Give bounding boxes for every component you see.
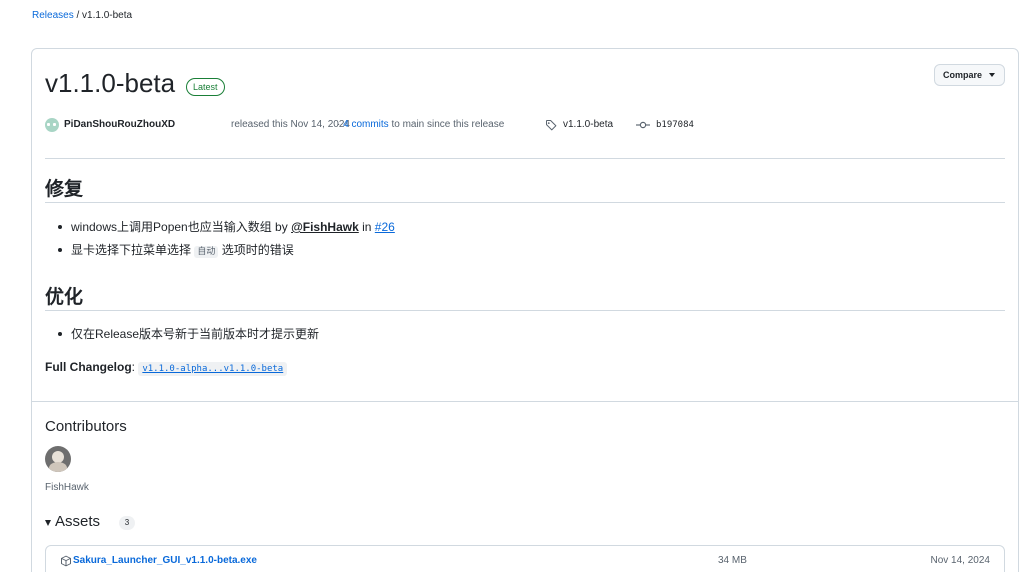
tag-link[interactable]: v1.1.0-beta <box>563 117 613 133</box>
released-text: released this Nov 14, 2024 <box>231 119 350 130</box>
changelog-label: Full Changelog <box>45 360 132 374</box>
section-heading-optimizations: 优化 <box>45 287 84 308</box>
author-link[interactable]: PiDanShouRouZhouXD <box>64 117 175 133</box>
triangle-down-icon <box>45 520 51 526</box>
assets-heading: Assets <box>55 513 101 530</box>
commit-sha-link[interactable]: b197084 <box>656 117 694 133</box>
item-text: 选项时的错误 <box>218 243 294 257</box>
breadcrumb-current: v1.1.0-beta <box>82 10 133 21</box>
heading-underline <box>45 202 1005 203</box>
contributor-name: FishHawk <box>45 482 89 493</box>
asset-date: Nov 14, 2024 <box>930 555 991 566</box>
full-changelog: Full Changelog: v1.1.0-alpha...v1.1.0-be… <box>45 359 288 377</box>
meta-divider <box>45 158 1005 159</box>
compare-label: Compare <box>943 70 983 80</box>
latest-badge: Latest <box>186 78 225 96</box>
issue-link[interactable]: #26 <box>375 220 395 234</box>
author-avatar[interactable] <box>45 118 59 132</box>
breadcrumb-releases-link[interactable]: Releases <box>32 10 74 21</box>
release-title[interactable]: v1.1.0-beta <box>45 68 175 99</box>
bullet <box>58 332 62 336</box>
commits-suffix: to main since this release <box>388 119 505 130</box>
tag-icon <box>546 120 557 131</box>
bullet <box>58 225 62 229</box>
item-text: in <box>358 220 375 234</box>
item-text: windows上调用Popen也应当输入数组 by <box>71 220 292 234</box>
heading-underline <box>45 310 1005 311</box>
item-text: 仅在Release版本号新于当前版本时才提示更新 <box>71 327 320 341</box>
inline-code: 自动 <box>194 246 219 258</box>
asset-row: Sakura_Launcher_GUI_v1.1.0-beta.exe 34 M… <box>45 545 1005 572</box>
git-commit-icon <box>636 121 650 129</box>
release-meta: PiDanShouRouZhouXD released this Nov 14,… <box>45 117 745 133</box>
bullet <box>58 248 62 252</box>
breadcrumb-separator: / <box>73 10 83 21</box>
caret-down-icon <box>989 73 995 77</box>
assets-count-badge: 3 <box>119 516 135 530</box>
section-heading-fixes: 修复 <box>45 179 84 200</box>
breadcrumb: Releases / v1.1.0-beta <box>32 10 132 21</box>
item-text: 显卡选择下拉菜单选择 <box>71 243 195 257</box>
contributor-avatar[interactable] <box>45 446 71 472</box>
card-separator <box>31 401 1019 402</box>
contributors-heading: Contributors <box>45 418 127 435</box>
user-mention-link[interactable]: @FishHawk <box>291 220 359 234</box>
compare-button[interactable]: Compare <box>934 64 1005 86</box>
asset-size: 34 MB <box>718 555 747 566</box>
package-icon <box>61 555 71 567</box>
asset-download-link[interactable]: Sakura_Launcher_GUI_v1.1.0-beta.exe <box>73 554 257 568</box>
changelog-compare-link[interactable]: v1.1.0-alpha...v1.1.0-beta <box>138 362 288 376</box>
commits-info: · 4 commits to main since this release <box>337 117 504 133</box>
commits-link[interactable]: 4 commits <box>343 119 389 130</box>
